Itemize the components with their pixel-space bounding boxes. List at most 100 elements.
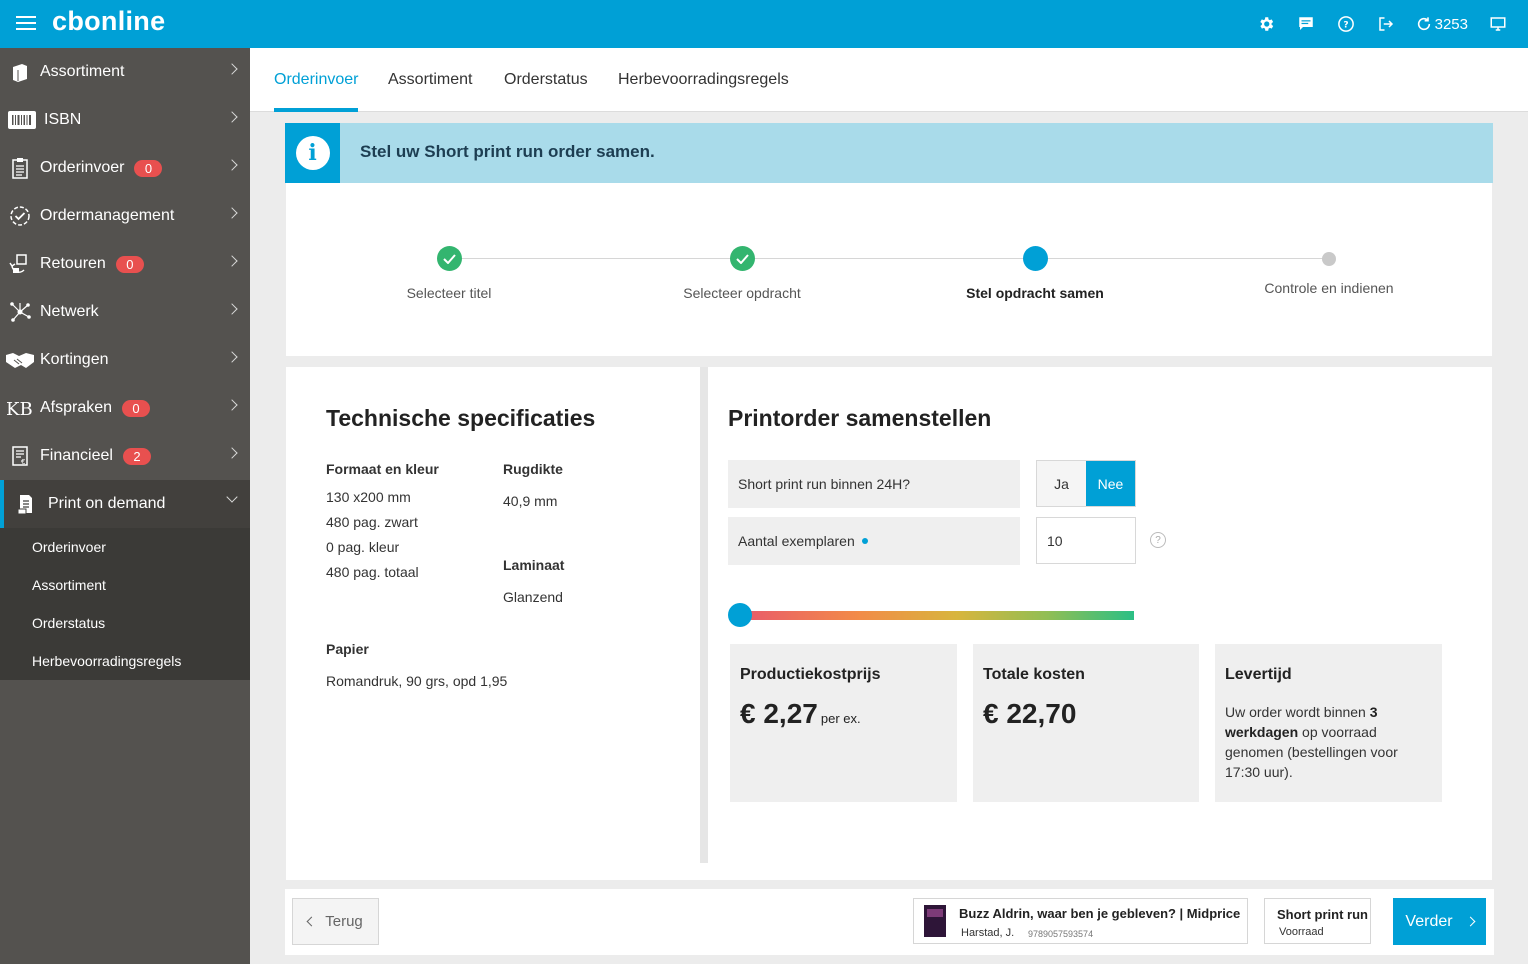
total-cost-title: Totale kosten [983, 666, 1085, 683]
sidebar-item-kortingen[interactable]: Kortingen [0, 336, 250, 384]
order-type-title: Short print run [1277, 907, 1368, 922]
chevron-right-icon [226, 111, 238, 123]
step-label: Stel opdracht samen [966, 285, 1104, 301]
chevron-right-icon [226, 447, 238, 459]
bottom-action-bar: Terug Buzz Aldrin, waar ben je gebleven?… [285, 889, 1494, 955]
sidebar-item-label: ISBN [44, 111, 82, 128]
next-button[interactable]: Verder [1393, 898, 1486, 945]
sidebar-submenu: Orderinvoer Assortiment Orderstatus Herb… [0, 528, 250, 680]
kb-logo-icon: KB [0, 398, 40, 418]
step-1: Selecteer titel [349, 246, 549, 301]
sidebar-item-orderinvoer[interactable]: Orderinvoer 0 [0, 144, 250, 192]
format-line: 0 pag. kleur [326, 539, 400, 555]
slider-thumb[interactable] [728, 603, 752, 627]
sidebar-item-isbn[interactable]: ISBN [0, 96, 250, 144]
sidebar-item-label: Financieel [40, 447, 113, 464]
selected-order-type: Short print run Voorraad [1264, 898, 1371, 944]
sidebar-item-afspraken[interactable]: KB Afspraken 0 [0, 384, 250, 432]
book-icon [0, 62, 40, 82]
step-3-current: Stel opdracht samen [935, 246, 1135, 301]
step-4: Controle en indienen [1229, 246, 1429, 296]
count-badge: 0 [134, 159, 163, 177]
sidebar-item-label: Afspraken [40, 399, 113, 416]
tab-assortiment[interactable]: Assortiment [388, 48, 472, 111]
book-author: Harstad, J. [961, 927, 1015, 939]
sidebar-item-netwerk[interactable]: Netwerk [0, 288, 250, 336]
quantity-input[interactable] [1036, 517, 1136, 564]
rush-label: Short print run binnen 24H? [728, 460, 1020, 508]
sidebar-item-label: Assortiment [40, 63, 125, 80]
sidebar-subitem-orderinvoer[interactable]: Orderinvoer [0, 528, 250, 566]
logout-icon[interactable] [1376, 14, 1396, 34]
spine-label: Rugdikte [503, 461, 563, 477]
print-icon [4, 493, 48, 515]
progress-stepper: Selecteer titel Selecteer opdracht Stel … [286, 183, 1492, 356]
banner-text: Stel uw Short print run order samen. [360, 142, 655, 161]
chat-icon[interactable] [1296, 14, 1316, 34]
tab-orderstatus[interactable]: Orderstatus [504, 48, 588, 111]
rush-toggle: Ja Nee [1036, 460, 1136, 507]
order-title: Printorder samenstellen [728, 405, 992, 431]
clipboard-icon [0, 157, 40, 179]
chevron-right-icon [226, 159, 238, 171]
chevron-right-icon [226, 207, 238, 219]
paper-label: Papier [326, 641, 369, 657]
quantity-slider[interactable] [728, 603, 1134, 627]
sidebar-item-label: Orderinvoer [40, 159, 125, 176]
hamburger-menu-icon[interactable] [16, 16, 36, 32]
count-badge: 0 [122, 399, 151, 417]
sync-count: 3253 [1434, 15, 1468, 33]
order-type-sub: Voorraad [1279, 926, 1324, 938]
pending-step-dot [1322, 252, 1336, 266]
panel-gap [700, 863, 708, 880]
slider-track[interactable] [740, 611, 1134, 620]
sync-counter[interactable]: 3253 [1416, 14, 1468, 34]
chevron-left-icon [306, 916, 317, 927]
sidebar-item-print-on-demand[interactable]: Print on demand [0, 480, 250, 528]
rush-label-text: Short print run binnen 24H? [738, 476, 910, 492]
top-bar: cbonline ? 3253 [0, 0, 1528, 48]
sidebar-item-label: Netwerk [40, 303, 99, 320]
format-values: 130 x200 mm 480 pag. zwart 0 pag. kleur … [326, 485, 419, 585]
print-order-panel: Printorder samenstellen Short print run … [708, 367, 1492, 880]
svg-text:?: ? [1343, 20, 1348, 30]
chevron-right-icon [226, 399, 238, 411]
help-icon[interactable]: ? [1336, 14, 1356, 34]
chevron-right-icon [226, 351, 238, 363]
quantity-label: Aantal exemplaren [728, 517, 1020, 565]
toggle-no-button[interactable]: Nee [1086, 461, 1135, 506]
sidebar-item-financieel[interactable]: € Financieel 2 [0, 432, 250, 480]
technical-specs-panel: Technische specificaties Formaat en kleu… [286, 367, 700, 880]
unit-cost-value: € 2,27 [740, 698, 818, 729]
back-button[interactable]: Terug [292, 898, 379, 945]
laminate-value: Glanzend [503, 589, 563, 605]
info-banner: i Stel uw Short print run order samen. [285, 123, 1493, 183]
delivery-card: Levertijd Uw order wordt binnen 3 werkda… [1215, 644, 1442, 802]
check-icon [729, 246, 755, 271]
format-line: 480 pag. totaal [326, 564, 419, 580]
help-icon[interactable]: ? [1150, 532, 1166, 548]
sidebar-item-label: Print on demand [48, 495, 166, 512]
return-icon [0, 253, 40, 275]
sidebar-subitem-assortiment[interactable]: Assortiment [0, 566, 250, 604]
sidebar-item-label: Retouren [40, 255, 106, 272]
sidebar-item-assortiment[interactable]: Assortiment [0, 48, 250, 96]
svg-text:€: € [21, 458, 25, 466]
sidebar-subitem-orderstatus[interactable]: Orderstatus [0, 604, 250, 642]
sidebar-item-retouren[interactable]: Retouren 0 [0, 240, 250, 288]
gear-icon[interactable] [1256, 14, 1276, 34]
monitor-icon[interactable] [1488, 14, 1508, 34]
sidebar-subitem-herbevoorradingsregels[interactable]: Herbevoorradingsregels [0, 642, 250, 680]
tab-herbevoorradingsregels[interactable]: Herbevoorradingsregels [618, 48, 789, 111]
step-2: Selecteer opdracht [642, 246, 842, 301]
toggle-yes-button[interactable]: Ja [1037, 461, 1086, 506]
handshake-icon [0, 351, 40, 369]
delivery-title: Levertijd [1225, 666, 1292, 683]
chevron-right-icon [226, 255, 238, 267]
laminate-label: Laminaat [503, 557, 565, 573]
delivery-text: Uw order wordt binnen 3 werkdagen op voo… [1225, 702, 1432, 782]
app-logo[interactable]: cbonline [52, 6, 165, 37]
back-label: Terug [325, 913, 363, 930]
tab-orderinvoer[interactable]: Orderinvoer [274, 48, 359, 112]
sidebar-item-ordermanagement[interactable]: Ordermanagement [0, 192, 250, 240]
